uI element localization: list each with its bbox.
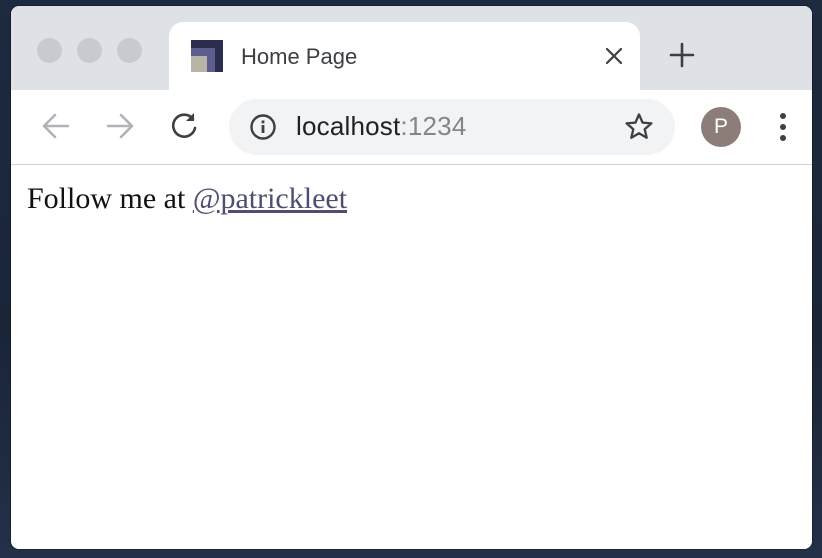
twitter-handle-link[interactable]: @patrickleet: [193, 182, 347, 215]
window-zoom-light[interactable]: [117, 38, 142, 63]
arrow-left-icon[interactable]: [38, 108, 74, 144]
avatar[interactable]: P: [701, 107, 741, 147]
address-bar[interactable]: localhost:1234: [229, 99, 675, 155]
vertical-dots-icon[interactable]: [769, 112, 797, 142]
follow-text: Follow me at @patrickleet: [27, 182, 347, 216]
page-content: Follow me at @patrickleet: [11, 165, 812, 549]
window-minimize-light[interactable]: [77, 38, 102, 63]
tab-home-page[interactable]: Home Page: [169, 22, 640, 92]
close-icon[interactable]: [600, 42, 628, 70]
arrow-right-icon[interactable]: [102, 108, 138, 144]
reload-icon[interactable]: [166, 108, 202, 144]
window-close-light[interactable]: [37, 38, 62, 63]
site-logo-icon: [191, 40, 223, 72]
url-host: localhost: [296, 111, 401, 141]
info-icon[interactable]: [249, 113, 277, 141]
plus-icon[interactable]: [667, 40, 697, 70]
url-port: :1234: [400, 111, 467, 141]
tab-strip: Home Page: [11, 6, 812, 92]
star-icon[interactable]: [623, 111, 655, 143]
browser-toolbar: localhost:1234 P: [11, 90, 812, 165]
browser-window: Home Page localhost:1234 P Follow me at …: [11, 6, 812, 549]
follow-prefix: Follow me at: [27, 182, 193, 215]
tab-title: Home Page: [241, 44, 358, 69]
url-text[interactable]: localhost:1234: [296, 111, 467, 142]
